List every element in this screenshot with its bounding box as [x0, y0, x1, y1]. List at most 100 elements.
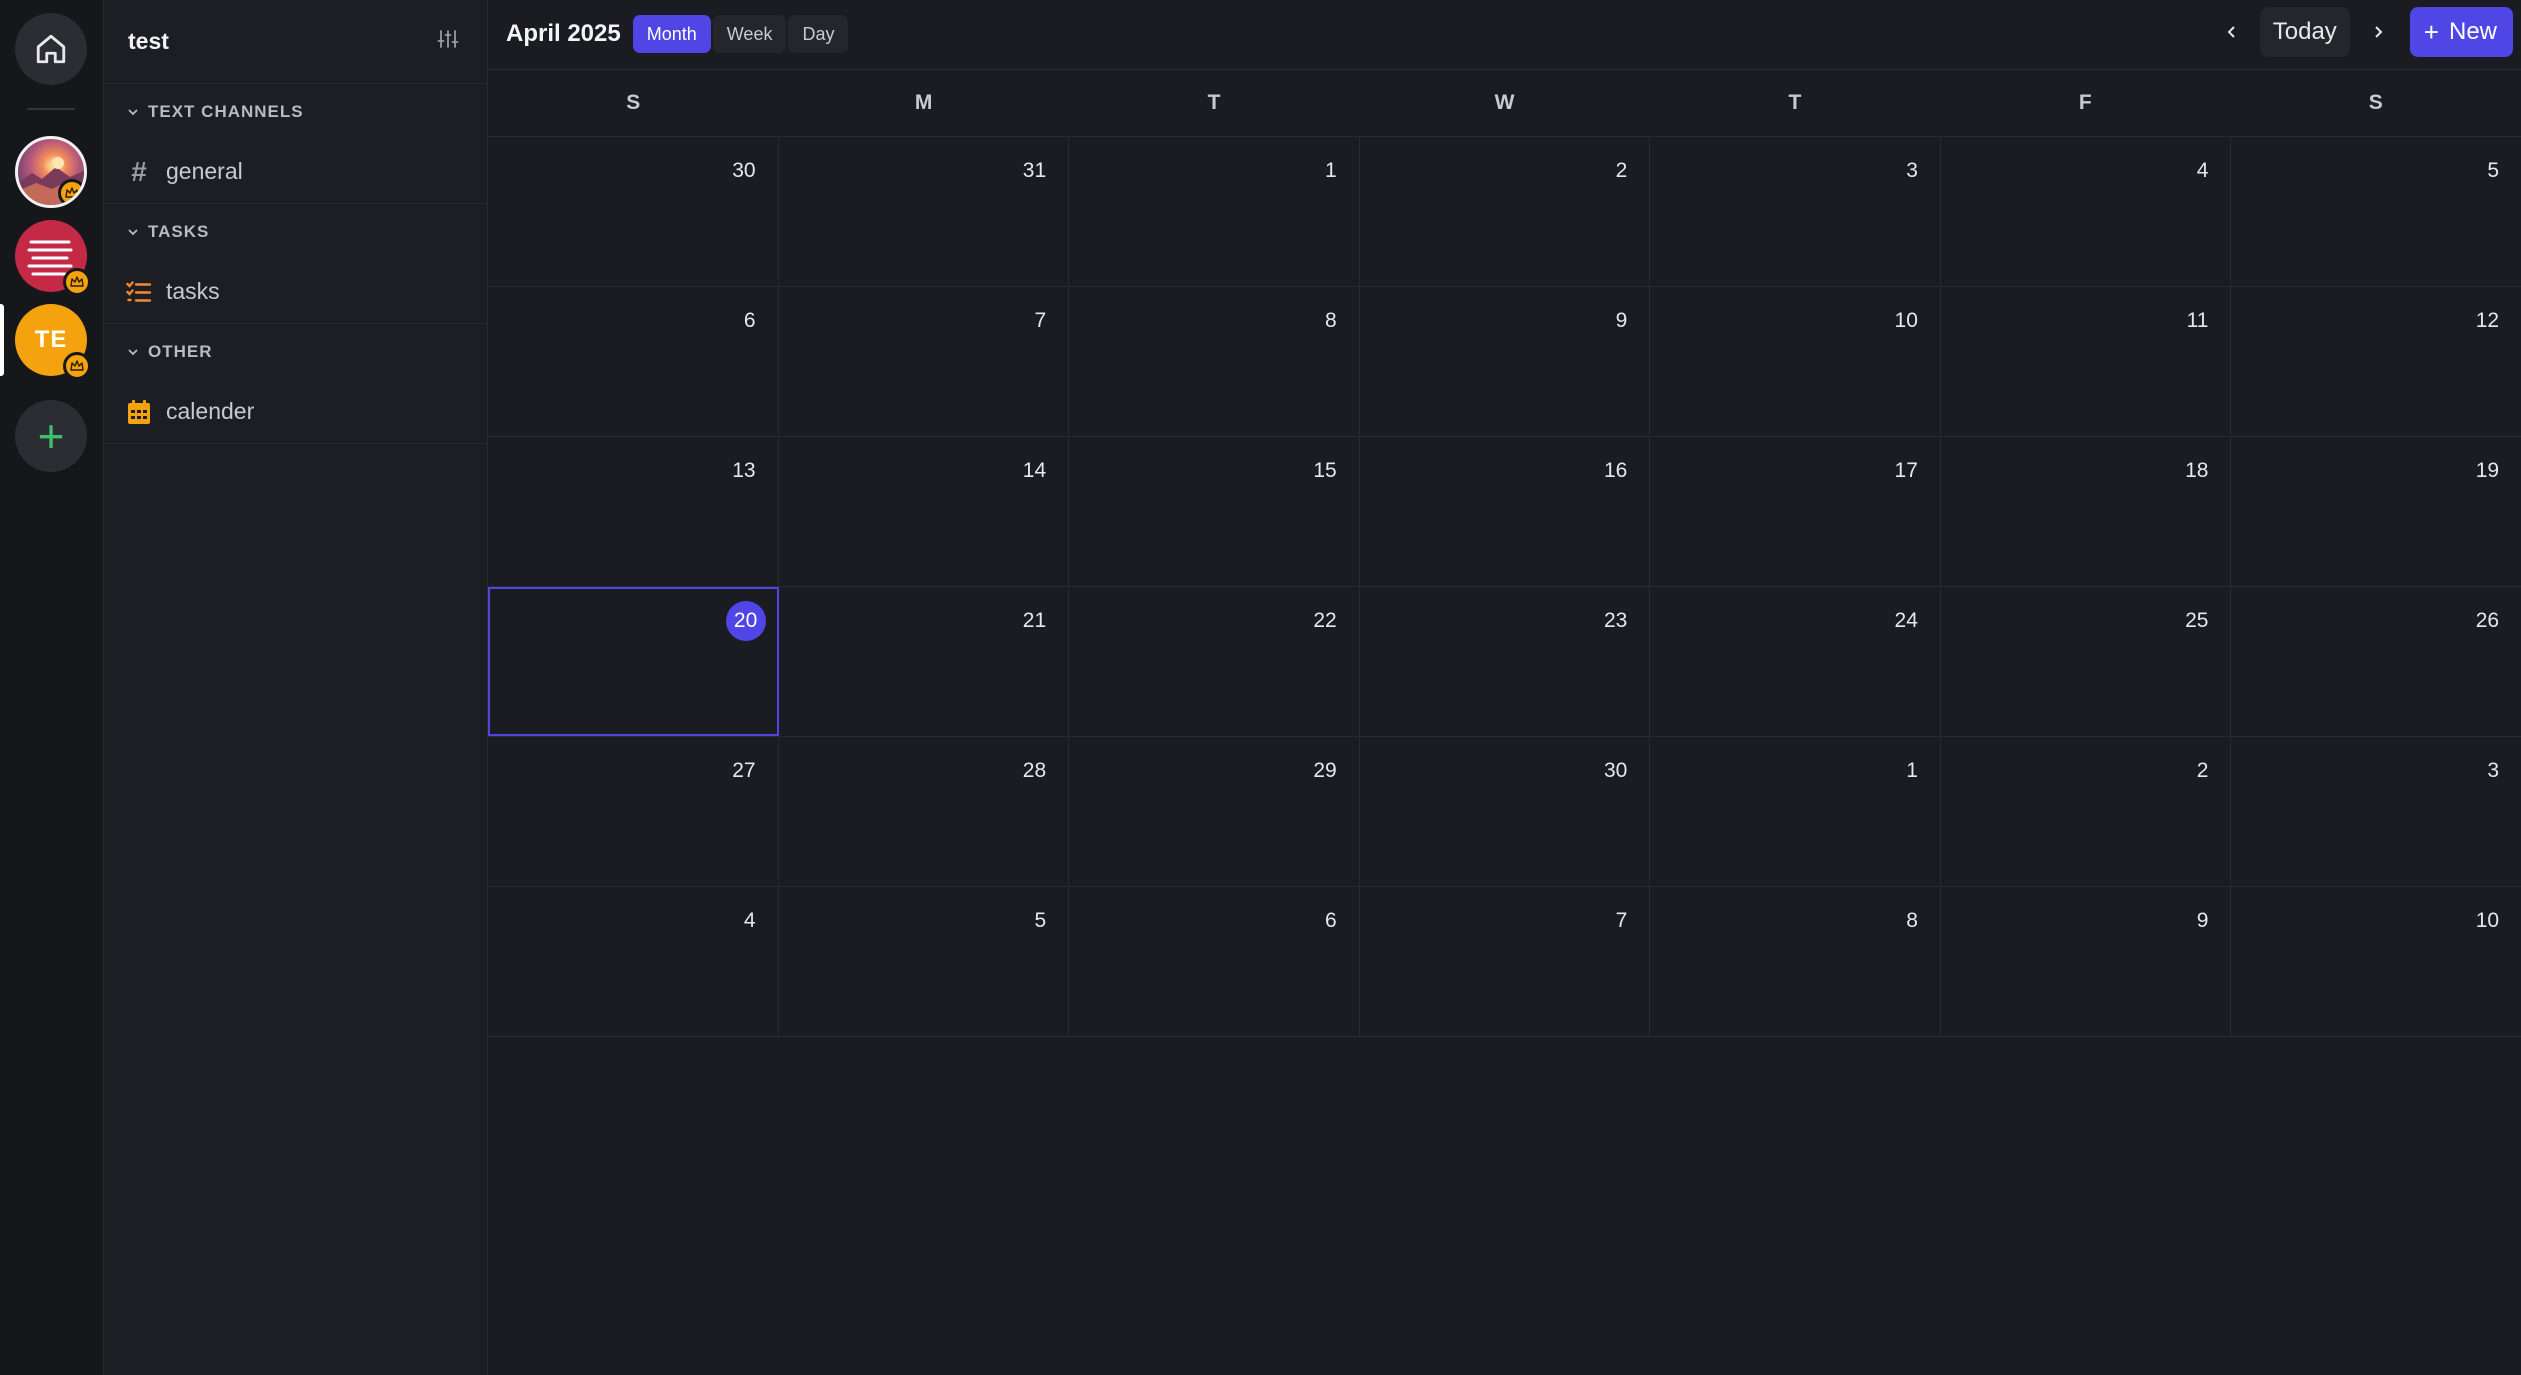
- calendar-toolbar: April 2025 Month Week Day Today + New: [488, 0, 2521, 68]
- day-cell[interactable]: 30: [488, 137, 779, 286]
- category-label: OTHER: [148, 342, 213, 361]
- day-cell[interactable]: 3: [2231, 737, 2521, 886]
- day-cell[interactable]: 26: [2231, 587, 2521, 736]
- month-grid: 30 31 1 2 3 4 5 6 7 8 9 10 11 12 13 14 15 16 17 18 19 20 21 22 2…: [488, 137, 2521, 1037]
- view-day-button[interactable]: Day: [788, 15, 849, 53]
- day-cell[interactable]: 27: [488, 737, 779, 886]
- day-cell[interactable]: 4: [488, 887, 779, 1036]
- week-row: 13 14 15 16 17 18 19: [488, 437, 2521, 587]
- day-cell[interactable]: 22: [1069, 587, 1360, 736]
- day-cell[interactable]: 15: [1069, 437, 1360, 586]
- day-number: 4: [2196, 159, 2209, 182]
- server-books[interactable]: [15, 220, 91, 296]
- category-label: TEXT CHANNELS: [148, 102, 304, 121]
- day-cell[interactable]: 2: [1941, 737, 2232, 886]
- day-number: 7: [1034, 309, 1047, 332]
- weekday-label: M: [914, 91, 933, 114]
- day-cell[interactable]: 5: [779, 887, 1070, 1036]
- channel-tasks[interactable]: tasks: [104, 260, 487, 324]
- day-cell[interactable]: 1: [1650, 737, 1941, 886]
- chevron-left-icon: [2227, 26, 2235, 38]
- day-number: 9: [2196, 909, 2209, 932]
- day-number: 4: [743, 909, 756, 932]
- chevron-down-icon: [128, 349, 138, 356]
- day-cell[interactable]: 4: [1941, 137, 2232, 286]
- day-cell[interactable]: 19: [2231, 437, 2521, 586]
- home-button[interactable]: [15, 13, 87, 85]
- day-number: 12: [2475, 309, 2500, 332]
- day-cell[interactable]: 6: [488, 287, 779, 436]
- prev-month-button[interactable]: [2210, 7, 2254, 57]
- category-text-channels[interactable]: TEXT CHANNELS: [104, 84, 487, 140]
- rail-separator: [27, 108, 75, 110]
- day-number: 30: [1603, 759, 1628, 782]
- category-tasks[interactable]: TASKS: [104, 204, 487, 260]
- day-cell[interactable]: 31: [779, 137, 1070, 286]
- day-cell[interactable]: 8: [1650, 887, 1941, 1036]
- day-cell[interactable]: 5: [2231, 137, 2521, 286]
- home-icon: [36, 34, 66, 64]
- day-cell[interactable]: 14: [779, 437, 1070, 586]
- day-number: 17: [1894, 459, 1918, 482]
- day-cell[interactable]: 6: [1069, 887, 1360, 1036]
- crown-icon: [58, 179, 84, 205]
- day-cell[interactable]: 17: [1650, 437, 1941, 586]
- day-cell[interactable]: 23: [1360, 587, 1651, 736]
- checklist-icon: [124, 280, 154, 304]
- day-cell[interactable]: 18: [1941, 437, 2232, 586]
- add-server-button[interactable]: +: [15, 400, 87, 472]
- day-cell[interactable]: 8: [1069, 287, 1360, 436]
- day-cell[interactable]: 12: [2231, 287, 2521, 436]
- day-number: 3: [1906, 159, 1918, 182]
- day-cell[interactable]: 3: [1650, 137, 1941, 286]
- day-cell[interactable]: 10: [1650, 287, 1941, 436]
- channel-calender[interactable]: calender: [104, 380, 487, 444]
- day-cell[interactable]: 10: [2231, 887, 2521, 1036]
- plus-icon: +: [37, 410, 65, 462]
- day-cell[interactable]: 21: [779, 587, 1070, 736]
- day-number: 23: [1603, 609, 1628, 632]
- day-number: 7: [1615, 909, 1628, 932]
- settings-sliders-icon[interactable]: [437, 28, 459, 55]
- day-cell[interactable]: 25: [1941, 587, 2232, 736]
- day-cell[interactable]: 11: [1941, 287, 2232, 436]
- server-test[interactable]: TE: [15, 304, 91, 380]
- channel-general[interactable]: # general: [104, 140, 487, 204]
- day-cell[interactable]: 28: [779, 737, 1070, 886]
- week-row: 27 28 29 30 1 2 3: [488, 737, 2521, 887]
- day-cell[interactable]: 1: [1069, 137, 1360, 286]
- day-number: 5: [2487, 159, 2500, 182]
- new-event-button[interactable]: + New: [2409, 7, 2513, 57]
- day-number: 30: [732, 159, 756, 182]
- category-other[interactable]: OTHER: [104, 324, 487, 380]
- view-month-button[interactable]: Month: [632, 15, 711, 53]
- new-event-label: New: [2448, 18, 2497, 45]
- weekday-label: F: [2078, 91, 2092, 114]
- day-number: 6: [743, 309, 756, 332]
- day-number: 6: [1325, 909, 1337, 932]
- channel-label: calender: [166, 398, 255, 424]
- day-cell[interactable]: 30: [1360, 737, 1651, 886]
- next-month-button[interactable]: [2356, 7, 2400, 57]
- day-cell[interactable]: 16: [1360, 437, 1651, 586]
- server-sunset[interactable]: [15, 136, 87, 208]
- week-row: 30 31 1 2 3 4 5: [488, 137, 2521, 287]
- day-cell-today[interactable]: 20: [488, 587, 779, 736]
- day-number: 13: [732, 459, 756, 482]
- weekday-header: S M T W T F S: [488, 69, 2521, 137]
- weekday-label: T: [1788, 91, 1802, 114]
- day-cell[interactable]: 7: [1360, 887, 1651, 1036]
- day-cell[interactable]: 9: [1360, 287, 1651, 436]
- weekday-label: S: [626, 91, 641, 114]
- day-number: 22: [1313, 609, 1337, 632]
- day-cell[interactable]: 13: [488, 437, 779, 586]
- today-button[interactable]: Today: [2259, 7, 2350, 57]
- view-week-button[interactable]: Week: [712, 15, 787, 53]
- date-navigation: Today + New: [2210, 7, 2521, 57]
- day-number: 10: [1894, 309, 1918, 332]
- day-cell[interactable]: 24: [1650, 587, 1941, 736]
- day-cell[interactable]: 2: [1360, 137, 1651, 286]
- day-cell[interactable]: 7: [779, 287, 1070, 436]
- day-cell[interactable]: 9: [1941, 887, 2232, 1036]
- day-cell[interactable]: 29: [1069, 737, 1360, 886]
